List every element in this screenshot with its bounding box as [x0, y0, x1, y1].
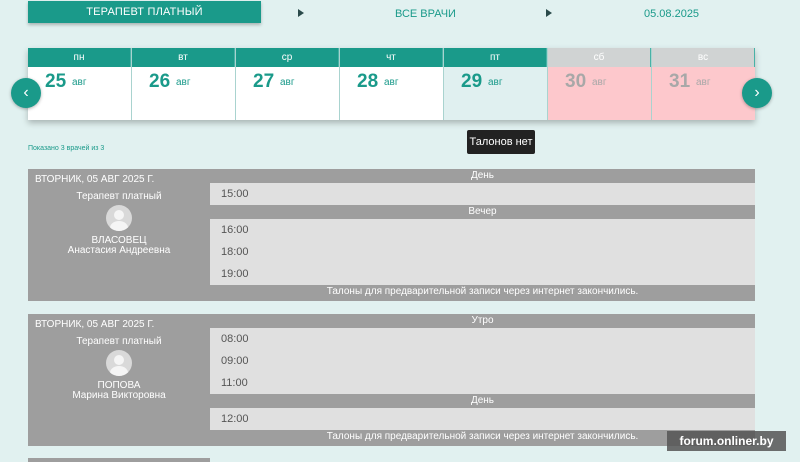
day-number: 31 — [669, 71, 691, 92]
avatar — [106, 205, 132, 231]
selected-date[interactable]: 05.08.2025 — [644, 8, 699, 20]
weekday-label: вт — [132, 48, 235, 67]
section-title: Утро — [471, 315, 494, 326]
day-number: 28 — [357, 71, 379, 92]
calendar-day-tue[interactable]: вт 26 авг — [132, 48, 236, 120]
month-label: авг — [488, 77, 503, 88]
month-label: авг — [280, 77, 295, 88]
schedule: День 15:00 Вечер 16:00 18:00 19:00 Талон… — [210, 169, 755, 299]
time-slot[interactable]: 11:00 — [210, 372, 755, 394]
weekday-label: ср — [236, 48, 339, 67]
service-button[interactable]: ТЕРАПЕВТ ПЛАТНЫЙ — [28, 1, 261, 23]
tickets-note: Талоны для предварительной записи через … — [326, 286, 639, 297]
slot-list: 08:00 09:00 11:00 — [210, 328, 755, 394]
shown-count: Показано 3 врачей из 3 — [28, 145, 105, 152]
next-card-edge — [28, 458, 210, 462]
chevron-right-icon: › — [754, 84, 760, 101]
month-label: авг — [696, 77, 711, 88]
card-date: ВТОРНИК, 05 АВГ 2025 Г. — [35, 319, 155, 330]
weekday-label: сб — [548, 48, 651, 67]
doctor-specialty: Терапевт платный — [76, 191, 162, 202]
chevron-left-icon: ‹ — [23, 84, 29, 101]
section-title: Вечер — [468, 206, 497, 217]
day-number: 25 — [45, 71, 67, 92]
week-calendar: пн 25 авг вт 26 авг ср 27 авг чт 28 авг … — [28, 48, 755, 120]
calendar-day-sat[interactable]: сб 30 авг — [548, 48, 652, 120]
doctor-specialty: Терапевт платный — [76, 336, 162, 347]
doctor-firstname: Марина Викторовна — [72, 390, 166, 401]
doctor-card: ВТОРНИК, 05 АВГ 2025 Г. Терапевт платный… — [28, 314, 755, 446]
section-title: День — [470, 395, 495, 406]
doctor-card: ВТОРНИК, 05 АВГ 2025 Г. Терапевт платный… — [28, 169, 755, 301]
calendar-day-wed[interactable]: ср 27 авг — [236, 48, 340, 120]
weekday-label: пн — [28, 48, 131, 67]
month-label: авг — [176, 77, 191, 88]
slot-list: 12:00 — [210, 408, 755, 430]
avatar — [106, 350, 132, 376]
section-title: День — [470, 170, 495, 181]
month-label: авг — [592, 77, 607, 88]
day-number: 29 — [461, 71, 483, 92]
prev-week-button[interactable]: ‹ — [11, 78, 41, 108]
play-icon — [546, 9, 552, 17]
schedule: Утро 08:00 09:00 11:00 День 12:00 Талоны… — [210, 314, 755, 444]
time-slot[interactable]: 08:00 — [210, 328, 755, 350]
next-week-button[interactable]: › — [742, 78, 772, 108]
day-number: 26 — [149, 71, 171, 92]
slot-list: 16:00 18:00 19:00 — [210, 219, 755, 285]
calendar-day-fri[interactable]: пт 29 авг — [444, 48, 548, 120]
doctor-info: ВТОРНИК, 05 АВГ 2025 Г. Терапевт платный… — [28, 169, 210, 301]
time-slot[interactable]: 12:00 — [210, 408, 755, 430]
weekday-label: вс — [652, 48, 755, 67]
month-label: авг — [72, 77, 87, 88]
play-icon — [298, 9, 304, 17]
time-slot[interactable]: 09:00 — [210, 350, 755, 372]
day-number: 30 — [565, 71, 587, 92]
card-date: ВТОРНИК, 05 АВГ 2025 Г. — [35, 174, 155, 185]
calendar-day-thu[interactable]: чт 28 авг — [340, 48, 444, 120]
no-tickets-tooltip: Талонов нет — [467, 130, 535, 154]
month-label: авг — [384, 77, 399, 88]
weekday-label: пт — [444, 48, 547, 67]
calendar-day-sun[interactable]: вс 31 авг — [652, 48, 755, 120]
slot-list: 15:00 — [210, 183, 755, 205]
calendar-day-mon[interactable]: пн 25 авг — [28, 48, 132, 120]
doctors-filter[interactable]: ВСЕ ВРАЧИ — [395, 8, 456, 20]
doctor-info: ВТОРНИК, 05 АВГ 2025 Г. Терапевт платный… — [28, 314, 210, 446]
doctor-firstname: Анастасия Андреевна — [67, 245, 171, 256]
watermark: forum.onliner.by — [667, 431, 786, 451]
time-slot[interactable]: 15:00 — [210, 183, 755, 205]
time-slot[interactable]: 19:00 — [210, 263, 755, 285]
time-slot[interactable]: 18:00 — [210, 241, 755, 263]
time-slot[interactable]: 16:00 — [210, 219, 755, 241]
weekday-label: чт — [340, 48, 443, 67]
day-number: 27 — [253, 71, 275, 92]
